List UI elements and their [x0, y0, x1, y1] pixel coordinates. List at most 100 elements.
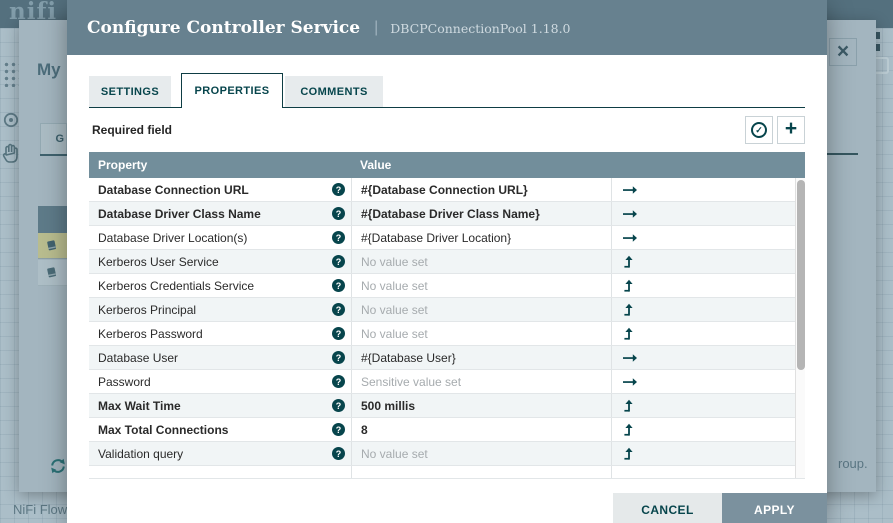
property-action[interactable]: [611, 298, 795, 321]
table-row[interactable]: Database Driver Class Name ? #{Database …: [89, 202, 795, 226]
refresh-icon: [40, 451, 67, 481]
property-value[interactable]: #{Database Connection URL}: [351, 178, 611, 201]
table-row[interactable]: Database User ? #{Database User}: [89, 346, 795, 370]
property-action[interactable]: [611, 250, 795, 273]
property-name: Max Wait Time: [98, 399, 332, 413]
property-action[interactable]: [611, 418, 795, 441]
property-action[interactable]: [611, 274, 795, 297]
breadcrumb[interactable]: NiFi Flow: [13, 502, 67, 517]
goto-parameter-icon[interactable]: [622, 183, 638, 197]
book-icon: [45, 266, 58, 279]
property-action[interactable]: [611, 202, 795, 225]
property-action[interactable]: [611, 442, 795, 465]
dimmed-dialog-tab: G: [40, 123, 67, 156]
property-action[interactable]: [611, 322, 795, 345]
pan-hand-icon: [1, 142, 21, 171]
property-value[interactable]: 8: [351, 418, 611, 441]
convert-to-parameter-icon[interactable]: [622, 279, 636, 293]
convert-to-parameter-icon[interactable]: [622, 423, 636, 437]
table-body: Database Connection URL ? #{Database Con…: [89, 178, 805, 479]
cancel-button[interactable]: CANCEL: [613, 493, 722, 523]
column-header-property: Property: [89, 158, 351, 172]
add-property-button[interactable]: +: [777, 116, 805, 144]
help-icon[interactable]: ?: [332, 183, 345, 196]
convert-to-parameter-icon[interactable]: [622, 399, 636, 413]
property-value[interactable]: No value set: [351, 322, 611, 345]
apply-button[interactable]: APPLY: [722, 493, 827, 523]
properties-table: Property Value Database Connection URL ?…: [89, 152, 805, 479]
help-icon[interactable]: ?: [332, 351, 345, 364]
help-icon[interactable]: ?: [332, 447, 345, 460]
required-field-label: Required field: [92, 123, 172, 137]
dimmed-table-header: [38, 206, 67, 233]
dialog-subtitle: DBCPConnectionPool 1.18.0: [390, 19, 570, 36]
goto-parameter-icon[interactable]: [622, 375, 638, 389]
check-circle-icon: ✓: [751, 122, 767, 138]
table-row[interactable]: Kerberos Password ? No value set: [89, 322, 795, 346]
property-action[interactable]: [611, 466, 795, 479]
property-value[interactable]: No value set: [351, 442, 611, 465]
scrollbar-thumb[interactable]: [797, 180, 805, 370]
help-icon[interactable]: ?: [332, 423, 345, 436]
property-value[interactable]: #{Database Driver Location}: [351, 226, 611, 249]
goto-parameter-icon[interactable]: [622, 207, 638, 221]
verify-properties-button[interactable]: ✓: [745, 116, 773, 144]
dialog-header: Configure Controller Service | DBCPConne…: [67, 0, 827, 55]
dimmed-table-row-selected: [38, 233, 67, 259]
table-row[interactable]: [89, 466, 795, 479]
table-row[interactable]: Kerberos Principal ? No value set: [89, 298, 795, 322]
tab-comments[interactable]: COMMENTS: [285, 76, 383, 107]
property-value[interactable]: #{Database Driver Class Name}: [351, 202, 611, 225]
tab-properties[interactable]: PROPERTIES: [181, 73, 283, 108]
dimmed-dialog-title: My: [37, 60, 61, 80]
help-icon[interactable]: ?: [332, 399, 345, 412]
property-name: Kerberos Password: [98, 327, 332, 341]
property-name: Database Driver Class Name: [98, 207, 332, 221]
table-header-row: Property Value: [89, 152, 805, 178]
property-action[interactable]: [611, 178, 795, 201]
tab-settings[interactable]: SETTINGS: [89, 76, 171, 107]
property-action[interactable]: [611, 394, 795, 417]
property-value[interactable]: No value set: [351, 250, 611, 273]
goto-parameter-icon[interactable]: [622, 351, 638, 365]
help-icon[interactable]: ?: [332, 255, 345, 268]
table-row[interactable]: Database Driver Location(s) ? #{Database…: [89, 226, 795, 250]
help-icon[interactable]: ?: [332, 327, 345, 340]
table-row[interactable]: Database Connection URL ? #{Database Con…: [89, 178, 795, 202]
help-icon[interactable]: ?: [332, 375, 345, 388]
title-separator: |: [374, 19, 378, 37]
scrollbar-track[interactable]: [795, 178, 805, 479]
convert-to-parameter-icon[interactable]: [622, 255, 636, 269]
property-value[interactable]: [351, 466, 611, 479]
property-action[interactable]: [611, 346, 795, 369]
table-row[interactable]: Kerberos Credentials Service ? No value …: [89, 274, 795, 298]
property-name: Database Connection URL: [98, 183, 332, 197]
property-value[interactable]: No value set: [351, 274, 611, 297]
goto-parameter-icon[interactable]: [622, 231, 638, 245]
help-icon[interactable]: ?: [332, 279, 345, 292]
convert-to-parameter-icon[interactable]: [622, 303, 636, 317]
convert-to-parameter-icon[interactable]: [622, 327, 636, 341]
help-icon[interactable]: ?: [332, 207, 345, 220]
table-row[interactable]: Password ? Sensitive value set: [89, 370, 795, 394]
property-value[interactable]: #{Database User}: [351, 346, 611, 369]
help-icon[interactable]: ?: [332, 303, 345, 316]
close-icon: ×: [829, 38, 857, 66]
table-row[interactable]: Max Total Connections ? 8: [89, 418, 795, 442]
help-icon[interactable]: ?: [332, 231, 345, 244]
table-toolbar: Required field ✓ +: [89, 114, 805, 146]
dialog-title: Configure Controller Service: [87, 18, 360, 38]
property-value[interactable]: Sensitive value set: [351, 370, 611, 393]
property-name: Database Driver Location(s): [98, 231, 332, 245]
configure-controller-service-dialog: Configure Controller Service | DBCPConne…: [67, 0, 827, 523]
table-row[interactable]: Kerberos User Service ? No value set: [89, 250, 795, 274]
property-action[interactable]: [611, 370, 795, 393]
property-action[interactable]: [611, 226, 795, 249]
divider: [40, 154, 67, 156]
convert-to-parameter-icon[interactable]: [622, 447, 636, 461]
property-value[interactable]: No value set: [351, 298, 611, 321]
dimmed-dialog-text: roup.: [838, 456, 868, 471]
table-row[interactable]: Validation query ? No value set: [89, 442, 795, 466]
property-value[interactable]: 500 millis: [351, 394, 611, 417]
table-row[interactable]: Max Wait Time ? 500 millis: [89, 394, 795, 418]
